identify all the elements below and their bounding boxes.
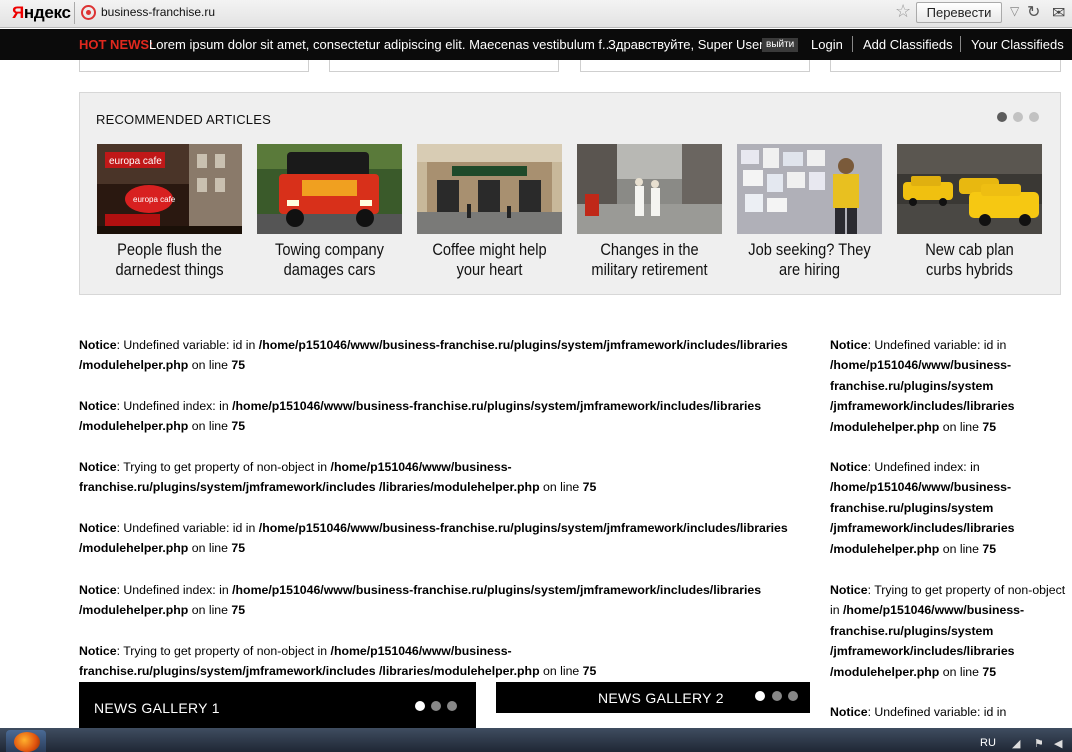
article-title[interactable]: New cab plan curbs hybrids [907,240,1032,280]
carousel-dot[interactable] [1013,112,1023,122]
article-title[interactable]: Towing company damages cars [267,240,392,280]
php-notice: Notice: Undefined index: in /home/p15104… [79,399,762,434]
red-truck-photo[interactable] [257,144,402,234]
yandex-logo[interactable]: Яндекс [12,3,71,23]
php-notice: Notice: Undefined variable: id in [830,705,1007,719]
article-card[interactable]: Job seeking? They are hiring [737,144,882,280]
top-news-bar: HOT NEWS: Lorem ipsum dolor sit amet, co… [0,29,1072,60]
module-box-stub [329,60,559,72]
language-indicator[interactable]: RU [980,737,996,749]
carousel-dot[interactable] [772,691,782,701]
reload-icon[interactable]: ↻ [1027,2,1040,22]
article-card[interactable]: Changes in the military retirement [577,144,722,280]
article-card[interactable]: Towing company damages cars [257,144,402,280]
carousel-dot[interactable] [447,701,457,711]
firefox-icon[interactable] [14,732,40,752]
php-notice: Notice: Trying to get property of non-ob… [830,583,1066,679]
network-icon[interactable]: ◢ [1012,737,1020,750]
carousel-dot[interactable] [1029,112,1039,122]
logo-rest: ндекс [23,3,71,22]
php-notice: Notice: Undefined index: in /home/p15104… [79,583,762,618]
os-taskbar: RU ◢ ⚑ ◀ [0,728,1072,752]
flag-icon[interactable]: ⚑ [1034,737,1044,750]
carousel-dot[interactable] [431,701,441,711]
user-greeting: Здравствуйте, Super User [608,37,764,52]
address-bar[interactable]: business-franchise.ru [101,5,215,19]
bookmark-star-icon[interactable]: ☆ [895,1,911,22]
php-notice: Notice: Undefined variable: id in /home/… [830,338,1015,434]
svg-text:europa cafe: europa cafe [133,195,176,204]
carousel-dot[interactable] [755,691,765,701]
php-notice: Notice: Trying to get property of non-ob… [79,460,597,495]
site-favicon-icon [81,5,96,20]
article-card[interactable]: New cab plan curbs hybrids [897,144,1042,280]
article-title[interactable]: Coffee might help your heart [427,240,552,280]
dropdown-icon[interactable]: ▽ [1010,4,1019,18]
logo-first-letter: Я [12,3,24,22]
php-notice: Notice: Trying to get property of non-ob… [79,644,597,679]
news-gallery-2: NEWS GALLERY 2 [496,682,810,713]
street-cafe-photo[interactable]: europa cafe europa cafe [97,144,242,234]
svg-text:europa cafe: europa cafe [109,156,162,167]
module-box-stub [830,60,1061,72]
php-notice: Notice: Undefined variable: id in /home/… [79,521,788,556]
hot-news-label: HOT NEWS: [79,37,154,52]
carousel-dot[interactable] [788,691,798,701]
taxi-cabs-photo[interactable] [897,144,1042,234]
module-box-stub [79,60,309,72]
top-link-divider [852,36,853,52]
your-classifieds-link[interactable]: Your Classifieds [971,37,1064,52]
gallery-title: NEWS GALLERY 2 [598,690,724,706]
module-box-stub [580,60,810,72]
recommended-articles-module: RECOMMENDED ARTICLES europa cafe europa … [79,92,1061,295]
hot-news-ticker[interactable]: Lorem ipsum dolor sit amet, consectetur … [149,37,613,52]
sailors-street-photo[interactable] [577,144,722,234]
article-card[interactable]: Coffee might help your heart [417,144,562,280]
logout-button[interactable]: выйти [762,38,799,52]
translate-button[interactable]: Перевести [916,2,1002,23]
article-title[interactable]: Job seeking? They are hiring [747,240,872,280]
article-title[interactable]: Changes in the military retirement [587,240,712,280]
job-board-photo[interactable] [737,144,882,234]
gallery-title: NEWS GALLERY 1 [94,700,220,716]
browser-toolbar: Яндекс business-franchise.ru ☆ Перевести… [0,0,1072,28]
module-title: RECOMMENDED ARTICLES [96,112,271,127]
carousel-dot[interactable] [997,112,1007,122]
toolbar-divider [74,2,75,24]
article-title[interactable]: People flush the darnedest things [107,240,232,280]
mail-icon[interactable]: ✉ [1052,3,1065,23]
volume-icon[interactable]: ◀ [1054,737,1062,750]
coffee-shop-photo[interactable] [417,144,562,234]
top-link-divider [960,36,961,52]
add-classifieds-link[interactable]: Add Classifieds [863,37,953,52]
php-notice: Notice: Undefined index: in /home/p15104… [830,460,1015,556]
login-link[interactable]: Login [811,37,843,52]
php-notice: Notice: Undefined variable: id in /home/… [79,338,788,373]
news-gallery-1: NEWS GALLERY 1 [79,682,476,728]
article-card[interactable]: europa cafe europa cafe People flush the… [97,144,242,280]
carousel-dot[interactable] [415,701,425,711]
